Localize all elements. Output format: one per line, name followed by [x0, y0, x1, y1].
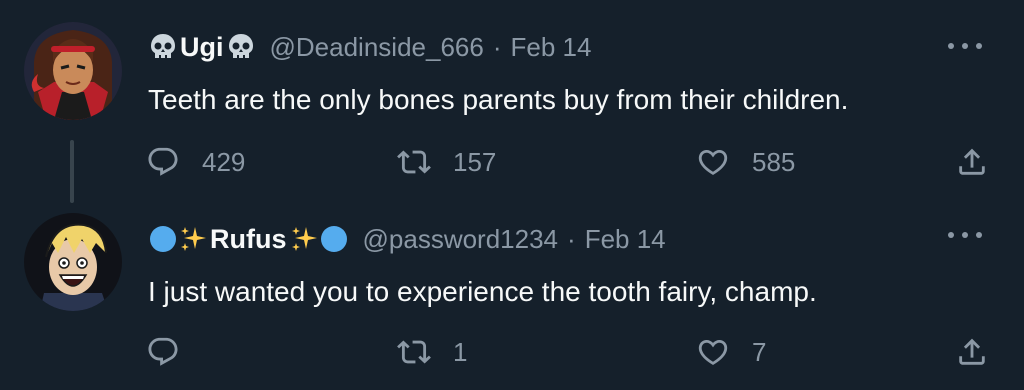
like-count: 585 [752, 146, 796, 177]
tweet-actions: 429 157 585 [0, 142, 1024, 182]
avatar[interactable] [24, 22, 122, 120]
tweet-date[interactable]: Feb 14 [511, 32, 592, 63]
separator-dot: · [492, 31, 502, 62]
tweet[interactable]: Rufus @password1234 · Feb 14 I just want… [0, 205, 1024, 390]
share-icon [959, 338, 985, 365]
retweet-icon [397, 150, 431, 174]
share-button[interactable] [955, 142, 989, 182]
tweet-header: Rufus @password1234 · Feb 14 [148, 219, 666, 259]
sparkles-icon [291, 227, 317, 251]
blue-circle-icon [150, 226, 176, 252]
heart-icon [698, 149, 728, 175]
display-name[interactable]: Rufus [210, 224, 287, 255]
avatar-image [24, 213, 122, 311]
tweet-actions: 1 7 [0, 332, 1024, 372]
reply-button[interactable] [146, 332, 202, 372]
reply-button[interactable]: 429 [146, 142, 245, 182]
tweet-text: Teeth are the only bones parents buy fro… [148, 84, 849, 115]
tweet-thread: Ugi @Deadinside_666 · Feb 14 Teeth are t… [0, 0, 1024, 390]
user-handle[interactable]: @password1234 [363, 224, 559, 255]
display-name[interactable]: Ugi [180, 32, 224, 63]
avatar[interactable] [24, 213, 122, 311]
more-options-icon[interactable] [948, 36, 982, 56]
blue-circle-icon [320, 226, 347, 252]
like-button[interactable]: 585 [696, 142, 795, 182]
sparkles-icon [181, 227, 206, 251]
more-options-icon[interactable] [948, 225, 982, 245]
like-count: 7 [752, 336, 767, 367]
avatar-image [24, 22, 122, 120]
reply-count: 429 [202, 146, 246, 177]
share-icon [959, 148, 985, 175]
retweet-button[interactable]: 157 [397, 142, 496, 182]
share-button[interactable] [955, 332, 989, 372]
reply-icon [148, 147, 178, 176]
skull-icon [151, 34, 175, 58]
retweet-icon [397, 340, 431, 364]
like-button[interactable]: 7 [696, 332, 766, 372]
retweet-count: 157 [453, 146, 497, 177]
separator-dot: · [567, 223, 576, 254]
retweet-count: 1 [453, 336, 468, 367]
tweet-header: Ugi @Deadinside_666 · Feb 14 [148, 27, 591, 67]
skull-icon [228, 34, 253, 58]
tweet-text: I just wanted you to experience the toot… [148, 276, 817, 307]
reply-icon [148, 337, 178, 366]
tweet[interactable]: Ugi @Deadinside_666 · Feb 14 Teeth are t… [0, 0, 1024, 205]
user-handle[interactable]: @Deadinside_666 [270, 32, 484, 63]
tweet-date[interactable]: Feb 14 [585, 224, 666, 255]
retweet-button[interactable]: 1 [397, 332, 467, 372]
heart-icon [698, 339, 728, 365]
